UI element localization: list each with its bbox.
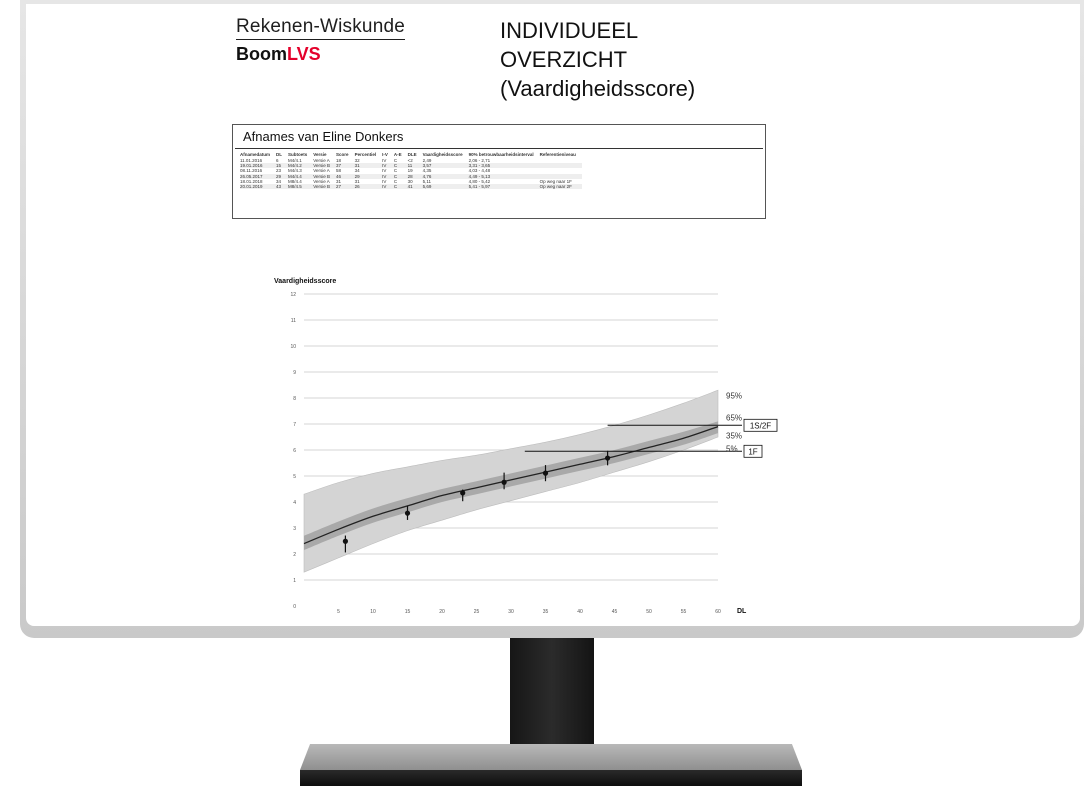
score-chart: 1S/2F1F 0123456789101112 5 10 15 20 25 30 35 40… [274, 278, 778, 615]
x-tick-label: 55 [681, 609, 687, 615]
data-point [404, 510, 411, 516]
data-point [501, 479, 507, 485]
x-tick-label: 30 [508, 609, 514, 615]
data-point [460, 490, 466, 496]
x-tick-labels: 5 10 15 20 25 30 35 40 45 50 55 60 [337, 609, 721, 615]
y-tick-labels: 0123456789101112 [290, 292, 296, 610]
x-tick-label: 35 [543, 609, 549, 615]
y-tick-label: 3 [293, 526, 296, 532]
y-tick-label: 4 [293, 500, 296, 506]
x-tick-label: 25 [474, 609, 480, 615]
y-tick-label: 11 [291, 318, 296, 324]
y-tick-label: 7 [293, 422, 296, 428]
x-tick-label: 10 [370, 609, 376, 615]
band-label: 35% [726, 432, 742, 441]
reference-level-label: 1S/2F [750, 421, 771, 430]
y-tick-label: 5 [293, 474, 296, 480]
x-tick-label: 5 [337, 609, 340, 615]
monitor-stand-base [300, 744, 802, 770]
chart-title: Vaardigheidsscore [274, 278, 336, 285]
x-tick-label: 60 [715, 609, 721, 615]
x-tick-label: 15 [405, 609, 411, 615]
band-labels: 95% 65% 35% 5% [726, 391, 742, 453]
x-tick-label: 45 [612, 609, 618, 615]
x-tick-label: 20 [439, 609, 445, 615]
y-tick-label: 8 [293, 396, 296, 402]
y-tick-label: 2 [293, 552, 296, 558]
reference-level-label: 1F [748, 447, 757, 456]
y-tick-label: 0 [293, 604, 296, 610]
band-label: 95% [726, 391, 742, 400]
x-axis-label: DL [737, 608, 747, 615]
data-point [542, 470, 549, 476]
y-tick-label: 12 [290, 292, 296, 298]
y-tick-label: 9 [293, 370, 296, 376]
data-point [605, 455, 611, 461]
y-tick-label: 1 [293, 578, 296, 584]
monitor-stand-foot [300, 770, 802, 786]
y-tick-label: 6 [293, 448, 296, 454]
y-tick-label: 10 [290, 344, 296, 350]
x-tick-label: 50 [646, 609, 652, 615]
data-point [342, 538, 348, 544]
band-label: 65% [726, 414, 742, 423]
x-tick-label: 40 [577, 609, 583, 615]
monitor-stand-neck [510, 638, 594, 746]
band-label: 5% [726, 445, 738, 454]
